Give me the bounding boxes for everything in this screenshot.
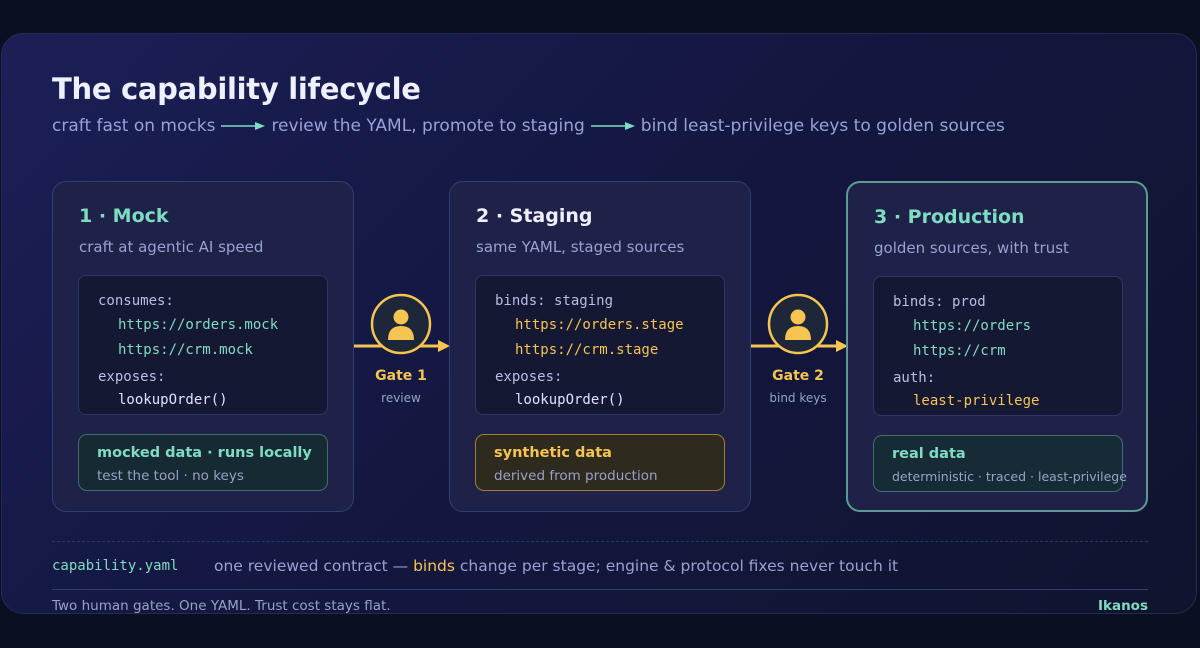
contract-text-before: one reviewed contract — (214, 557, 414, 575)
gate-1-label: Gate 1 (375, 368, 427, 384)
gate-1-sub: review (381, 391, 421, 405)
yaml-snippet: binds: staging https://orders.stage http… (475, 275, 725, 415)
stage-card-staging: 2 · Staging same YAML, staged sources bi… (449, 181, 751, 512)
arrow-right-icon (590, 122, 635, 130)
page-title: The capability lifecycle (52, 72, 421, 106)
contract-file-name: capability.yaml (52, 558, 179, 574)
code-line: exposes: (495, 369, 563, 385)
code-line: binds: staging (495, 293, 614, 309)
contract-highlight: binds (413, 557, 455, 575)
page-subtitle: craft fast on mocks review the YAML, pro… (52, 116, 1005, 136)
code-line: https://orders.mock (118, 317, 279, 333)
subtitle-step-1: craft fast on mocks (52, 116, 216, 136)
data-note: real data deterministic · traced · least… (873, 435, 1127, 492)
stage-card-mock: 1 · Mock craft at agentic AI speed consu… (52, 181, 354, 512)
code-line: binds: prod (893, 294, 986, 310)
arrow-right-icon (221, 122, 266, 130)
stage-card-production: 3 · Production golden sources, with trus… (846, 181, 1148, 512)
code-line: consumes: (98, 293, 174, 309)
subtitle-step-2: review the YAML, promote to staging (271, 116, 585, 136)
contract-description: one reviewed contract — binds change per… (214, 557, 898, 575)
yaml-snippet: consumes: https://orders.mock https://cr… (78, 275, 328, 415)
data-note: mocked data · runs locally test the tool… (78, 434, 328, 491)
note-title: real data (892, 446, 966, 462)
stage-title: 2 · Staging (476, 205, 593, 227)
footer-rule (52, 589, 1148, 590)
dashed-divider (52, 541, 1148, 542)
code-line: https://orders (913, 318, 1032, 334)
stage-subtitle: craft at agentic AI speed (79, 238, 264, 256)
stage-title: 1 · Mock (79, 205, 169, 227)
footer-tagline: Two human gates. One YAML. Trust cost st… (52, 598, 391, 614)
yaml-snippet: binds: prod https://orders https://crm a… (873, 276, 1123, 416)
brand-name: Ikanos (1097, 598, 1148, 614)
gate-2-sub: bind keys (769, 391, 827, 405)
stage-subtitle: same YAML, staged sources (476, 238, 685, 256)
code-line: least-privilege (913, 393, 1040, 409)
code-line: https://crm (913, 343, 1006, 359)
code-line: https://crm.mock (118, 342, 253, 358)
gate-2-label: Gate 2 (772, 368, 824, 384)
code-line: lookupOrder() (515, 392, 625, 408)
subtitle-step-3: bind least-privilege keys to golden sour… (640, 116, 1005, 136)
note-subtitle: deterministic · traced · least-privilege (892, 469, 1127, 484)
contract-text-after: change per stage; engine & protocol fixe… (454, 557, 899, 575)
stage-title: 3 · Production (874, 206, 1025, 228)
note-subtitle: test the tool · no keys (97, 468, 244, 484)
code-line: https://orders.stage (515, 317, 684, 333)
stage-subtitle: golden sources, with trust (874, 239, 1069, 257)
note-title: mocked data · runs locally (97, 445, 312, 461)
data-note: synthetic data derived from production (475, 434, 725, 491)
code-line: auth: (893, 370, 936, 386)
code-line: exposes: (98, 369, 166, 385)
code-line: https://crm.stage (515, 342, 659, 358)
note-title: synthetic data (494, 445, 612, 461)
code-line: lookupOrder() (118, 392, 228, 408)
note-subtitle: derived from production (494, 468, 658, 484)
